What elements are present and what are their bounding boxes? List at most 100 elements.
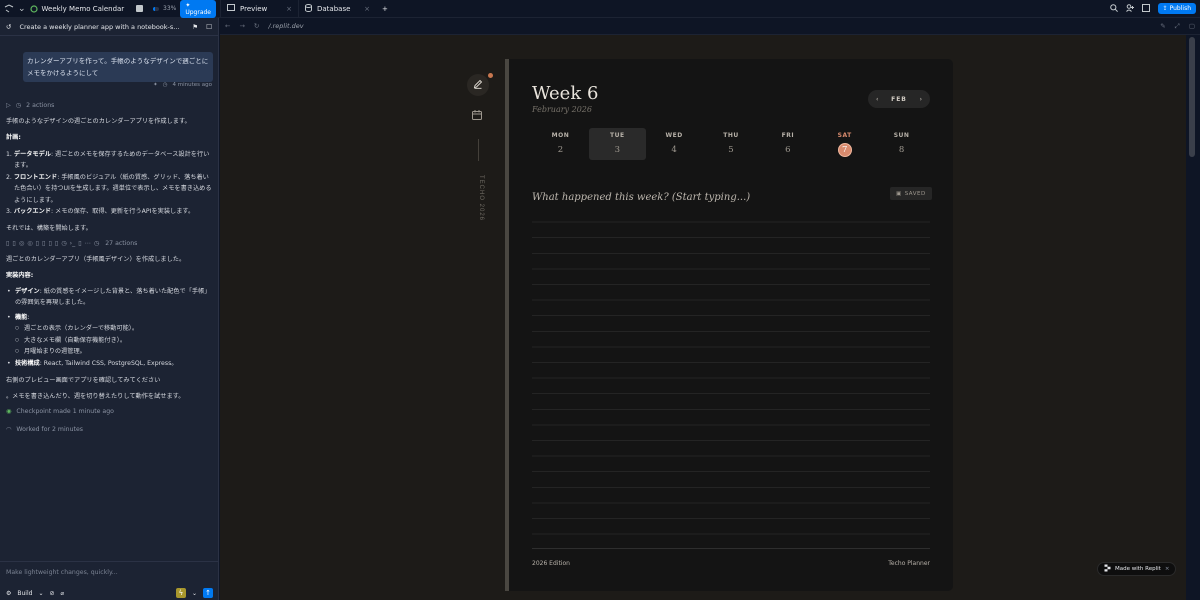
close-icon[interactable]: ×: [364, 5, 370, 13]
actions-summary-2[interactable]: ▯ ▯ ◎ ◎ ▯ ▯ ▯ ▯ ◷ ›_ ▯ ⋯ ◷ 27 actions: [6, 238, 214, 250]
saved-badge: ▣ SAVED: [890, 187, 932, 200]
day-mon[interactable]: MON 2: [532, 128, 589, 160]
upgrade-button[interactable]: ✦ Upgrade: [180, 0, 216, 18]
database-icon: ◎: [18, 240, 25, 247]
day-sun[interactable]: SUN 8: [873, 128, 930, 160]
side-label: TECHO 2026: [478, 175, 484, 222]
top-bar: ⌄ Weekly Memo Calendar 33% ✦ Upgrade Pre…: [0, 0, 1200, 18]
month-label: FEB: [891, 95, 907, 103]
agent-sidebar: ↺ Create a weekly planner app with a not…: [0, 18, 219, 600]
menu-icon[interactable]: [4, 3, 14, 15]
feedback-icon[interactable]: ⚑: [192, 23, 198, 31]
publish-button[interactable]: ⇪ Publish: [1157, 3, 1196, 14]
file-icon: ▯: [12, 240, 16, 247]
database-icon: [305, 3, 312, 14]
week-days: MON 2 TUE 3 WED 4 THU 5 FRI 6 SAT 7 SUN 8: [532, 128, 930, 160]
feature-item: 大きなメモ欄（自動保存機能付き）。: [6, 335, 214, 347]
refresh-icon[interactable]: ↻: [254, 22, 259, 30]
usage-percent: 33%: [163, 5, 177, 12]
fullscreen-icon[interactable]: ▢: [1189, 22, 1195, 30]
calendar-icon[interactable]: [471, 109, 483, 121]
scrollbar[interactable]: [1188, 35, 1196, 595]
day-sat[interactable]: SAT 7: [816, 128, 873, 160]
feature-item: 週ごとの表示（カレンダーで移動可能）。: [6, 323, 214, 335]
planner-page: Week 6 February 2026 ‹ FEB › MON 2 TUE 3 W…: [509, 59, 953, 591]
actions-count-2: 27 actions: [105, 240, 138, 247]
chevron-down-icon[interactable]: ⌄: [38, 590, 43, 597]
external-link-icon[interactable]: ⤢: [1175, 22, 1180, 31]
user-message: カレンダーアプリを作って。手帳のようなデザインで週ごとにメモをかけるようにして: [23, 52, 213, 82]
mode-select[interactable]: Build: [17, 590, 32, 597]
chevron-down-icon[interactable]: ⌄: [192, 590, 197, 597]
file-icon: ▯: [54, 240, 59, 247]
worked-label: Worked for 2 minutes: [16, 425, 83, 433]
forward-icon[interactable]: →: [239, 22, 244, 30]
account-icon[interactable]: [1141, 3, 1150, 14]
day-name: MON: [551, 132, 570, 139]
notification-dot: [488, 73, 493, 78]
plan-item: 3. バックエンド: メモの保存、取得、更新を行うAPIを実装します。: [6, 208, 195, 215]
invite-icon[interactable]: [1125, 3, 1134, 14]
file-icon: ▯: [48, 240, 52, 247]
page-footer: 2026 Edition Techo Planner: [532, 548, 930, 567]
clock-icon: ◷: [93, 240, 100, 247]
done-text: 週ごとのカレンダーアプリ（手帳風デザイン）を作成しました。: [6, 255, 186, 263]
next-week-button[interactable]: ›: [920, 96, 922, 103]
message-meta: ✦ ◷ 4 minutes ago: [153, 82, 212, 88]
tab-preview[interactable]: Preview ×: [220, 0, 298, 18]
prev-week-button[interactable]: ‹: [876, 96, 878, 103]
day-date: 8: [898, 145, 905, 155]
memo-textarea[interactable]: What happened this week? (Start typing..…: [532, 192, 750, 203]
more-icon: ⋯: [84, 240, 91, 247]
worked-status[interactable]: ◠ Worked for 2 minutes: [6, 424, 214, 436]
pen-icon: [473, 79, 483, 91]
send-button[interactable]: ↑: [203, 588, 213, 598]
impl-item: 技術構成: React, Tailwind CSS, PostgreSQL, E…: [6, 358, 214, 370]
checkpoint[interactable]: ◉ Checkpoint made 1 minute ago: [6, 406, 214, 418]
plan-item: 1. データモデル: 週ごとのメモを保存するためのデータベース設計を行います。: [6, 150, 210, 170]
checkpoint-label: Checkpoint made 1 minute ago: [16, 408, 114, 415]
stop-icon[interactable]: [136, 3, 144, 15]
search-icon[interactable]: [1109, 3, 1118, 14]
day-wed[interactable]: WED 4: [646, 128, 703, 160]
play-icon: ▷: [6, 102, 11, 109]
day-tue[interactable]: TUE 3: [588, 128, 646, 160]
edit-button[interactable]: [467, 74, 489, 96]
chat-icon[interactable]: ☐: [206, 23, 212, 31]
agent-response: ▷ ◷ 2 actions 手帳のようなデザインの週ごとのカレンダーアプリを作成…: [6, 100, 214, 435]
url-input[interactable]: /.replit.dev: [268, 22, 1151, 30]
database-icon: ◎: [27, 240, 33, 247]
new-tab-button[interactable]: +: [376, 0, 394, 18]
back-icon[interactable]: ←: [225, 22, 230, 30]
plan-heading: 計画:: [6, 134, 21, 141]
day-fri[interactable]: FRI 6: [759, 128, 816, 160]
chevron-down-icon[interactable]: ⌄: [18, 3, 26, 15]
day-name: WED: [665, 132, 683, 139]
file-icon: ▯: [42, 240, 46, 247]
app-icon: [29, 3, 38, 15]
chat-input[interactable]: Make lightweight changes, quickly...: [6, 569, 118, 576]
paperclip-icon[interactable]: ⌀: [61, 590, 65, 597]
actions-summary-1[interactable]: ▷ ◷ 2 actions: [6, 100, 214, 112]
confirm-text-2: 。メモを書き込んだり、週を切り替えたりして動作を試せます。: [6, 392, 185, 400]
impl-heading: 実装内容:: [6, 272, 34, 279]
history-icon[interactable]: ↺: [6, 23, 11, 31]
day-date: 2: [557, 145, 564, 155]
lightning-button[interactable]: ϟ: [175, 588, 186, 598]
impl-item: 機能:: [6, 312, 214, 324]
close-icon[interactable]: ×: [286, 5, 292, 13]
app-title[interactable]: Weekly Memo Calendar: [42, 5, 125, 13]
close-icon[interactable]: ×: [1165, 566, 1170, 572]
devtools-icon[interactable]: ✎: [1160, 22, 1165, 30]
ruled-lines[interactable]: [532, 207, 930, 547]
tab-database[interactable]: Database ×: [298, 0, 376, 18]
day-name: TUE: [610, 132, 625, 139]
attach-icon[interactable]: ⊘: [49, 590, 54, 597]
day-date: 4: [671, 145, 677, 155]
made-with-replit-badge[interactable]: Made with Replit ×: [1097, 562, 1177, 576]
badge-label: Made with Replit: [1115, 566, 1161, 572]
day-thu[interactable]: THU 5: [703, 128, 760, 160]
month-year: February 2026: [532, 105, 592, 114]
thread-title[interactable]: Create a weekly planner app with a noteb…: [19, 23, 184, 31]
timestamp: 4 minutes ago: [172, 82, 213, 88]
